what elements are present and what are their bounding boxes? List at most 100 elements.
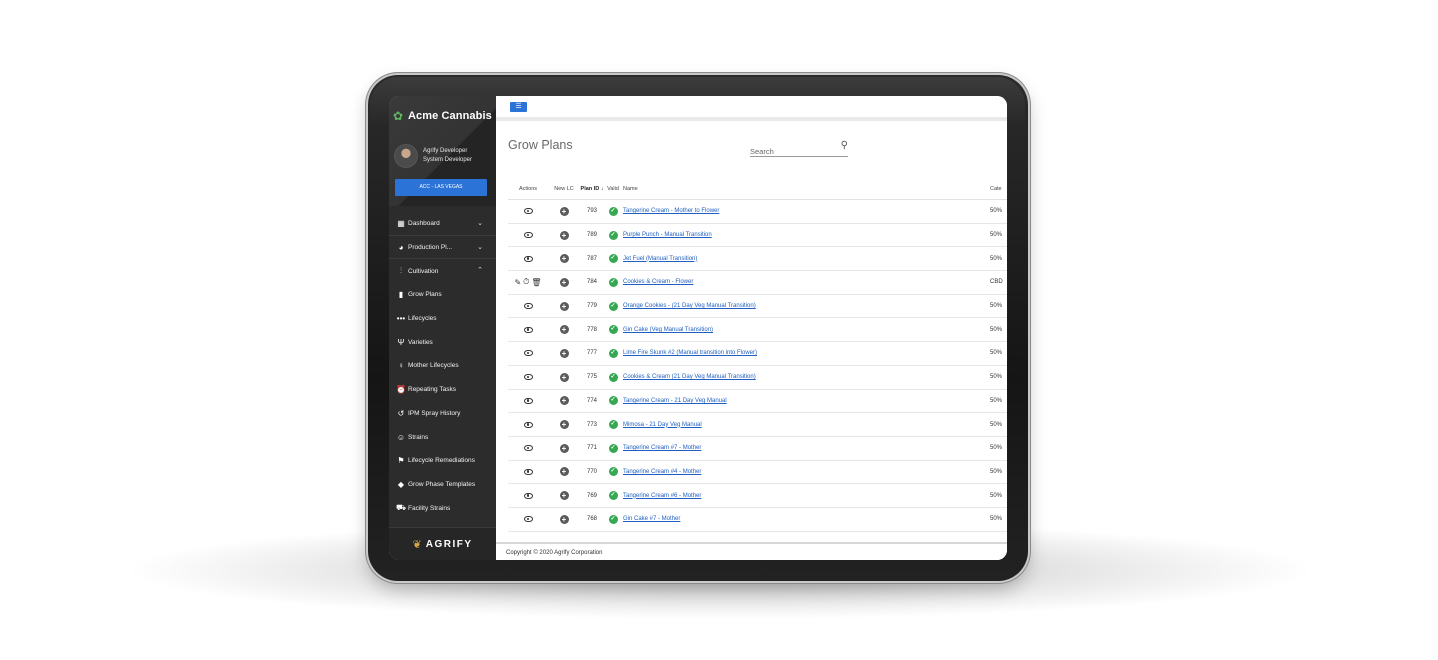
row-category: 50%	[990, 468, 1003, 475]
view-eye-icon[interactable]	[523, 397, 533, 404]
col-header-new-lc[interactable]: New LC	[548, 186, 580, 192]
col-header-name[interactable]: Name	[622, 186, 990, 192]
table-row[interactable]: + 793 ✓ Tangerine Cream - Mother to Flow…	[508, 200, 1007, 224]
view-eye-icon[interactable]	[523, 350, 533, 357]
plan-name-link[interactable]: Gin Cake #7 - Mother	[623, 516, 680, 522]
plan-name-link[interactable]: Mimosa - 21 Day Veg Manual	[623, 422, 702, 428]
plan-name-link[interactable]: Tangerine Cream - Mother to Flower	[623, 208, 719, 214]
table-row[interactable]: + 778 ✓ Gin Cake (Veg Manual Transition)…	[508, 318, 1007, 343]
sort-down-arrow-icon: ↓	[599, 185, 604, 192]
add-lifecycle-icon[interactable]: +	[559, 230, 569, 240]
sidebar-item-label: Lifecycles	[408, 315, 437, 323]
row-name: Cookies & Cream - Flower	[622, 279, 990, 285]
plan-name-link[interactable]: Tangerine Cream - 21 Day Veg Manual	[623, 398, 727, 404]
view-eye-icon[interactable]	[523, 303, 533, 310]
row-plan-id: 778	[586, 326, 597, 333]
sidebar-item-mother-lifecycles[interactable]: ♀ Mother Lifecycles	[389, 354, 496, 378]
row-name: Tangerine Cream - Mother to Flower	[622, 208, 990, 214]
sidebar-item-ipm-spray-history[interactable]: ↺ IPM Spray History	[389, 402, 496, 426]
table-row[interactable]: + 774 ✓ Tangerine Cream - 21 Day Veg Man…	[508, 390, 1007, 414]
add-lifecycle-icon[interactable]: +	[559, 301, 569, 311]
plan-name-link[interactable]: Gin Cake (Veg Manual Transition)	[623, 327, 713, 333]
valid-check-icon: ✓	[608, 301, 618, 311]
add-lifecycle-icon[interactable]: +	[559, 467, 569, 477]
plan-name-link[interactable]: Tangerine Cream #7 - Mother	[623, 445, 701, 451]
view-eye-icon[interactable]	[523, 445, 533, 452]
plan-name-link[interactable]: Purple Punch - Manual Transition	[623, 232, 712, 238]
view-eye-icon[interactable]	[523, 374, 533, 381]
sidebar-item-varieties[interactable]: Ψ Varieties	[389, 330, 496, 354]
view-eye-icon[interactable]	[523, 492, 533, 499]
add-lifecycle-icon[interactable]: +	[559, 514, 569, 524]
table-row[interactable]: + 771 ✓ Tangerine Cream #7 - Mother 50%	[508, 437, 1007, 461]
add-lifecycle-icon[interactable]: +	[559, 325, 569, 335]
view-eye-icon[interactable]	[523, 516, 533, 523]
timer-icon[interactable]: ⏱	[523, 277, 529, 287]
plan-name-link[interactable]: Cookies & Cream - Flower	[623, 279, 693, 285]
add-lifecycle-icon[interactable]: +	[559, 420, 569, 430]
table-row[interactable]: + 777 ✓ Lime Fire Skunk #2 (Manual trans…	[508, 342, 1007, 366]
table-row[interactable]: + 775 ✓ Cookies & Cream (21 Day Veg Manu…	[508, 366, 1007, 390]
sidebar-footer-logo: ❦ AGRIFY	[389, 527, 496, 560]
sidebar-item-dashboard[interactable]: ▦ Dashboard ⌄	[389, 212, 496, 236]
view-eye-icon[interactable]	[523, 255, 533, 262]
sidebar-item-label: Strains	[408, 433, 429, 441]
plan-name-link[interactable]: Cookies & Cream (21 Day Veg Manual Trans…	[623, 374, 756, 380]
add-lifecycle-icon[interactable]: +	[559, 254, 569, 264]
sidebar-item-grow-plans[interactable]: ▮ Grow Plans	[389, 283, 496, 307]
table-row[interactable]: + 779 ✓ Orange Cookies - (21 Day Veg Man…	[508, 295, 1007, 319]
search-icon[interactable]: ⚲	[841, 140, 848, 151]
col-header-valid[interactable]: Valid	[604, 186, 622, 192]
col-header-category[interactable]: Cate	[990, 186, 1007, 192]
brand[interactable]: ✿ Acme Cannabis	[393, 110, 492, 122]
sidebar-item-facility-strains[interactable]: ⛟ Facility Strains	[389, 496, 496, 520]
view-eye-icon[interactable]	[523, 468, 533, 475]
view-eye-icon[interactable]	[523, 232, 533, 239]
sidebar-item-production-plans[interactable]: ◕ Production Pl... ⌄	[389, 236, 496, 260]
table-row[interactable]: + 787 ✓ Jet Fuel (Manual Transition) 50%	[508, 247, 1007, 272]
add-lifecycle-icon[interactable]: +	[559, 348, 569, 358]
plan-name-link[interactable]: Tangerine Cream #6 - Mother	[623, 493, 701, 499]
col-header-actions[interactable]: Actions	[508, 186, 548, 192]
user-profile[interactable]: Agrify Developer System Developer	[394, 144, 472, 168]
row-new-lc: +	[548, 420, 580, 430]
plan-name-link[interactable]: Jet Fuel (Manual Transition)	[623, 256, 697, 262]
row-actions	[508, 326, 548, 333]
table-row[interactable]: + 789 ✓ Purple Punch - Manual Transition…	[508, 224, 1007, 248]
valid-check-icon: ✓	[608, 467, 618, 477]
sidebar-item-cultivation[interactable]: ⫶ Cultivation ⌃	[389, 259, 496, 283]
edit-pencil-icon[interactable]: ✎	[514, 278, 521, 287]
sidebar-item-repeating-tasks[interactable]: ⏰ Repeating Tasks	[389, 378, 496, 402]
search-input[interactable]	[750, 147, 830, 156]
add-lifecycle-icon[interactable]: +	[559, 491, 569, 501]
table-row[interactable]: ✎ ⏱ 🗑 + 784 ✓ Cookies & Cream - Flower CBD	[508, 271, 1007, 295]
add-lifecycle-icon[interactable]: +	[559, 372, 569, 382]
plan-name-link[interactable]: Lime Fire Skunk #2 (Manual transition in…	[623, 350, 757, 356]
sidebar-nav: ▦ Dashboard ⌄ ◕ Production Pl... ⌄ ⫶ Cul…	[389, 212, 496, 520]
add-lifecycle-icon[interactable]: +	[559, 396, 569, 406]
add-lifecycle-icon[interactable]: +	[559, 277, 569, 287]
row-new-lc: +	[548, 372, 580, 382]
add-lifecycle-icon[interactable]: +	[559, 443, 569, 453]
row-new-lc: +	[548, 491, 580, 501]
menu-toggle-button[interactable]: ☰	[510, 102, 527, 112]
sidebar-item-strains[interactable]: ☺ Strains	[389, 425, 496, 449]
view-eye-icon[interactable]	[523, 326, 533, 333]
trash-icon[interactable]: 🗑	[531, 278, 541, 287]
sidebar-item-grow-phase-templates[interactable]: ◆ Grow Phase Templates	[389, 473, 496, 497]
add-lifecycle-icon[interactable]: +	[559, 206, 569, 216]
sidebar-item-lifecycle-remediations[interactable]: ⚑ Lifecycle Remediations	[389, 449, 496, 473]
valid-check-icon: ✓	[608, 254, 618, 264]
table-row[interactable]: + 769 ✓ Tangerine Cream #6 - Mother 50%	[508, 484, 1007, 508]
table-row[interactable]: + 770 ✓ Tangerine Cream #4 - Mother 50%	[508, 461, 1007, 485]
view-eye-icon[interactable]	[523, 208, 533, 215]
table-row[interactable]: + 768 ✓ Gin Cake #7 - Mother 50%	[508, 508, 1007, 532]
plan-name-link[interactable]: Tangerine Cream #4 - Mother	[623, 469, 701, 475]
sidebar-item-lifecycles[interactable]: ••• Lifecycles	[389, 307, 496, 331]
sidebar-item-label: Repeating Tasks	[408, 386, 456, 394]
table-row[interactable]: + 773 ✓ Mimosa - 21 Day Veg Manual 50%	[508, 413, 1007, 437]
col-header-plan-id[interactable]: Plan ID ↓	[580, 186, 604, 192]
plan-name-link[interactable]: Orange Cookies - (21 Day Veg Manual Tran…	[623, 303, 756, 309]
view-eye-icon[interactable]	[523, 421, 533, 428]
location-button[interactable]: ACC - LAS VEGAS	[395, 179, 487, 196]
